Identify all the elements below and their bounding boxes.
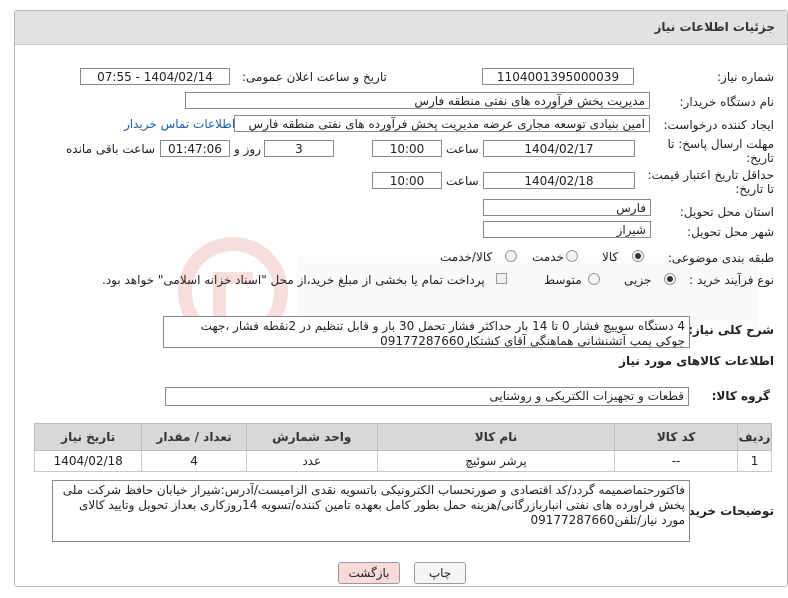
back-button[interactable]: بازگشت [338,562,400,584]
announce-field: 1404/02/14 - 07:55 [80,68,230,85]
category-service-label: خدمت [532,250,564,264]
col-code-header: کد کالا [614,423,739,451]
col-name-header: نام کالا [376,423,616,451]
process-minor-radio[interactable] [664,273,676,285]
goods-section-title: اطلاعات کالاهای مورد نیاز [619,354,774,368]
buyer-notes-textarea[interactable]: فاکتورحتماضمیمه گردد/کد اقتصادی و صورتحس… [52,480,690,542]
cell-unit: عدد [245,450,378,472]
deadline-label-line2: تاریخ: [746,151,774,165]
deadline-date-field: 1404/02/17 [483,140,635,157]
buyer-contact-link[interactable]: اطلاعات تماس خریدار [124,117,235,131]
goods-group-field: قطعات و تجهیزات الکتریکی و روشنایی [165,387,689,406]
days-remaining-field: 3 [264,140,334,157]
col-date-header: تاریخ نیاز [33,423,143,451]
need-number-label: شماره نیاز: [717,70,774,84]
goods-table-header-row: ردیف کد کالا نام کالا واحد شمارش تعداد /… [33,423,772,451]
province-label: استان محل تحویل: [679,205,774,219]
requester-field: امین بنیادی توسعه مجاری عرضه مدیریت پخش … [234,115,650,132]
price-valid-time-field: 10:00 [372,172,442,189]
treasury-payment-note: پرداخت تمام یا بخشی از مبلغ خرید،از محل … [102,273,485,287]
table-row[interactable]: 1 -- پرشر سوئیچ عدد 4 1404/02/18 [33,450,772,472]
need-number-field: 1104001395000039 [482,68,634,85]
category-goods-radio[interactable] [632,250,644,262]
col-row-header: ردیف [737,423,772,451]
process-minor-label: جزیی [624,273,652,287]
city-label: شهر محل تحویل: [687,225,774,239]
price-valid-label-line2: تا تاریخ: [735,182,774,196]
category-label: طبقه بندی موضوعی: [667,251,774,265]
deadline-time-field: 10:00 [372,140,442,157]
cell-row: 1 [737,450,772,472]
description-label: شرح کلی نیاز: [688,323,774,337]
category-goods-label: کالا [602,250,619,264]
requester-label: ایجاد کننده درخواست: [663,118,774,132]
description-textarea[interactable]: 4 دستگاه سوییچ فشار 0 تا 14 بار حداکثر ف… [163,316,690,348]
panel-header: جزئیات اطلاعات نیاز [15,11,787,45]
col-unit-header: واحد شمارش [245,423,378,451]
price-valid-date-field: 1404/02/18 [483,172,635,189]
col-qty-header: تعداد / مقدار [141,423,247,451]
price-valid-label-line1: حداقل تاریخ اعتبار قیمت: [647,168,774,182]
category-service-radio[interactable] [566,250,578,262]
goods-group-label: گروه کالا: [711,389,770,403]
days-label: روز و [234,142,261,156]
province-field: فارس [483,199,651,216]
deadline-label-line1: مهلت ارسال پاسخ: تا [667,137,774,151]
process-label: نوع فرآیند خرید : [689,273,774,287]
announce-label: تاریخ و ساعت اعلان عمومی: [242,70,387,84]
buyer-org-label: نام دستگاه خریدار: [679,95,775,109]
category-goods-service-label: کالا/خدمت [440,250,493,264]
deadline-time-label: ساعت [446,142,479,156]
cell-code: -- [614,450,739,472]
treasury-payment-checkbox[interactable] [496,273,507,284]
remaining-time-field: 01:47:06 [160,140,230,157]
cell-date: 1404/02/18 [33,450,143,472]
process-medium-radio[interactable] [588,273,600,285]
process-medium-label: متوسط [544,273,582,287]
remaining-time-label: ساعت باقی مانده [66,142,156,156]
city-field: شیراز [483,221,651,238]
cell-name: پرشر سوئیچ [376,450,616,472]
price-valid-time-label: ساعت [446,174,479,188]
panel-title: جزئیات اطلاعات نیاز [654,20,775,34]
category-goods-service-radio[interactable] [505,250,517,262]
buyer-org-field: مدیریت پخش فرآورده های نفتی منطقه فارس [185,92,650,109]
cell-qty: 4 [141,450,247,472]
goods-table: ردیف کد کالا نام کالا واحد شمارش تعداد /… [33,423,772,472]
print-button[interactable]: چاپ [414,562,466,584]
